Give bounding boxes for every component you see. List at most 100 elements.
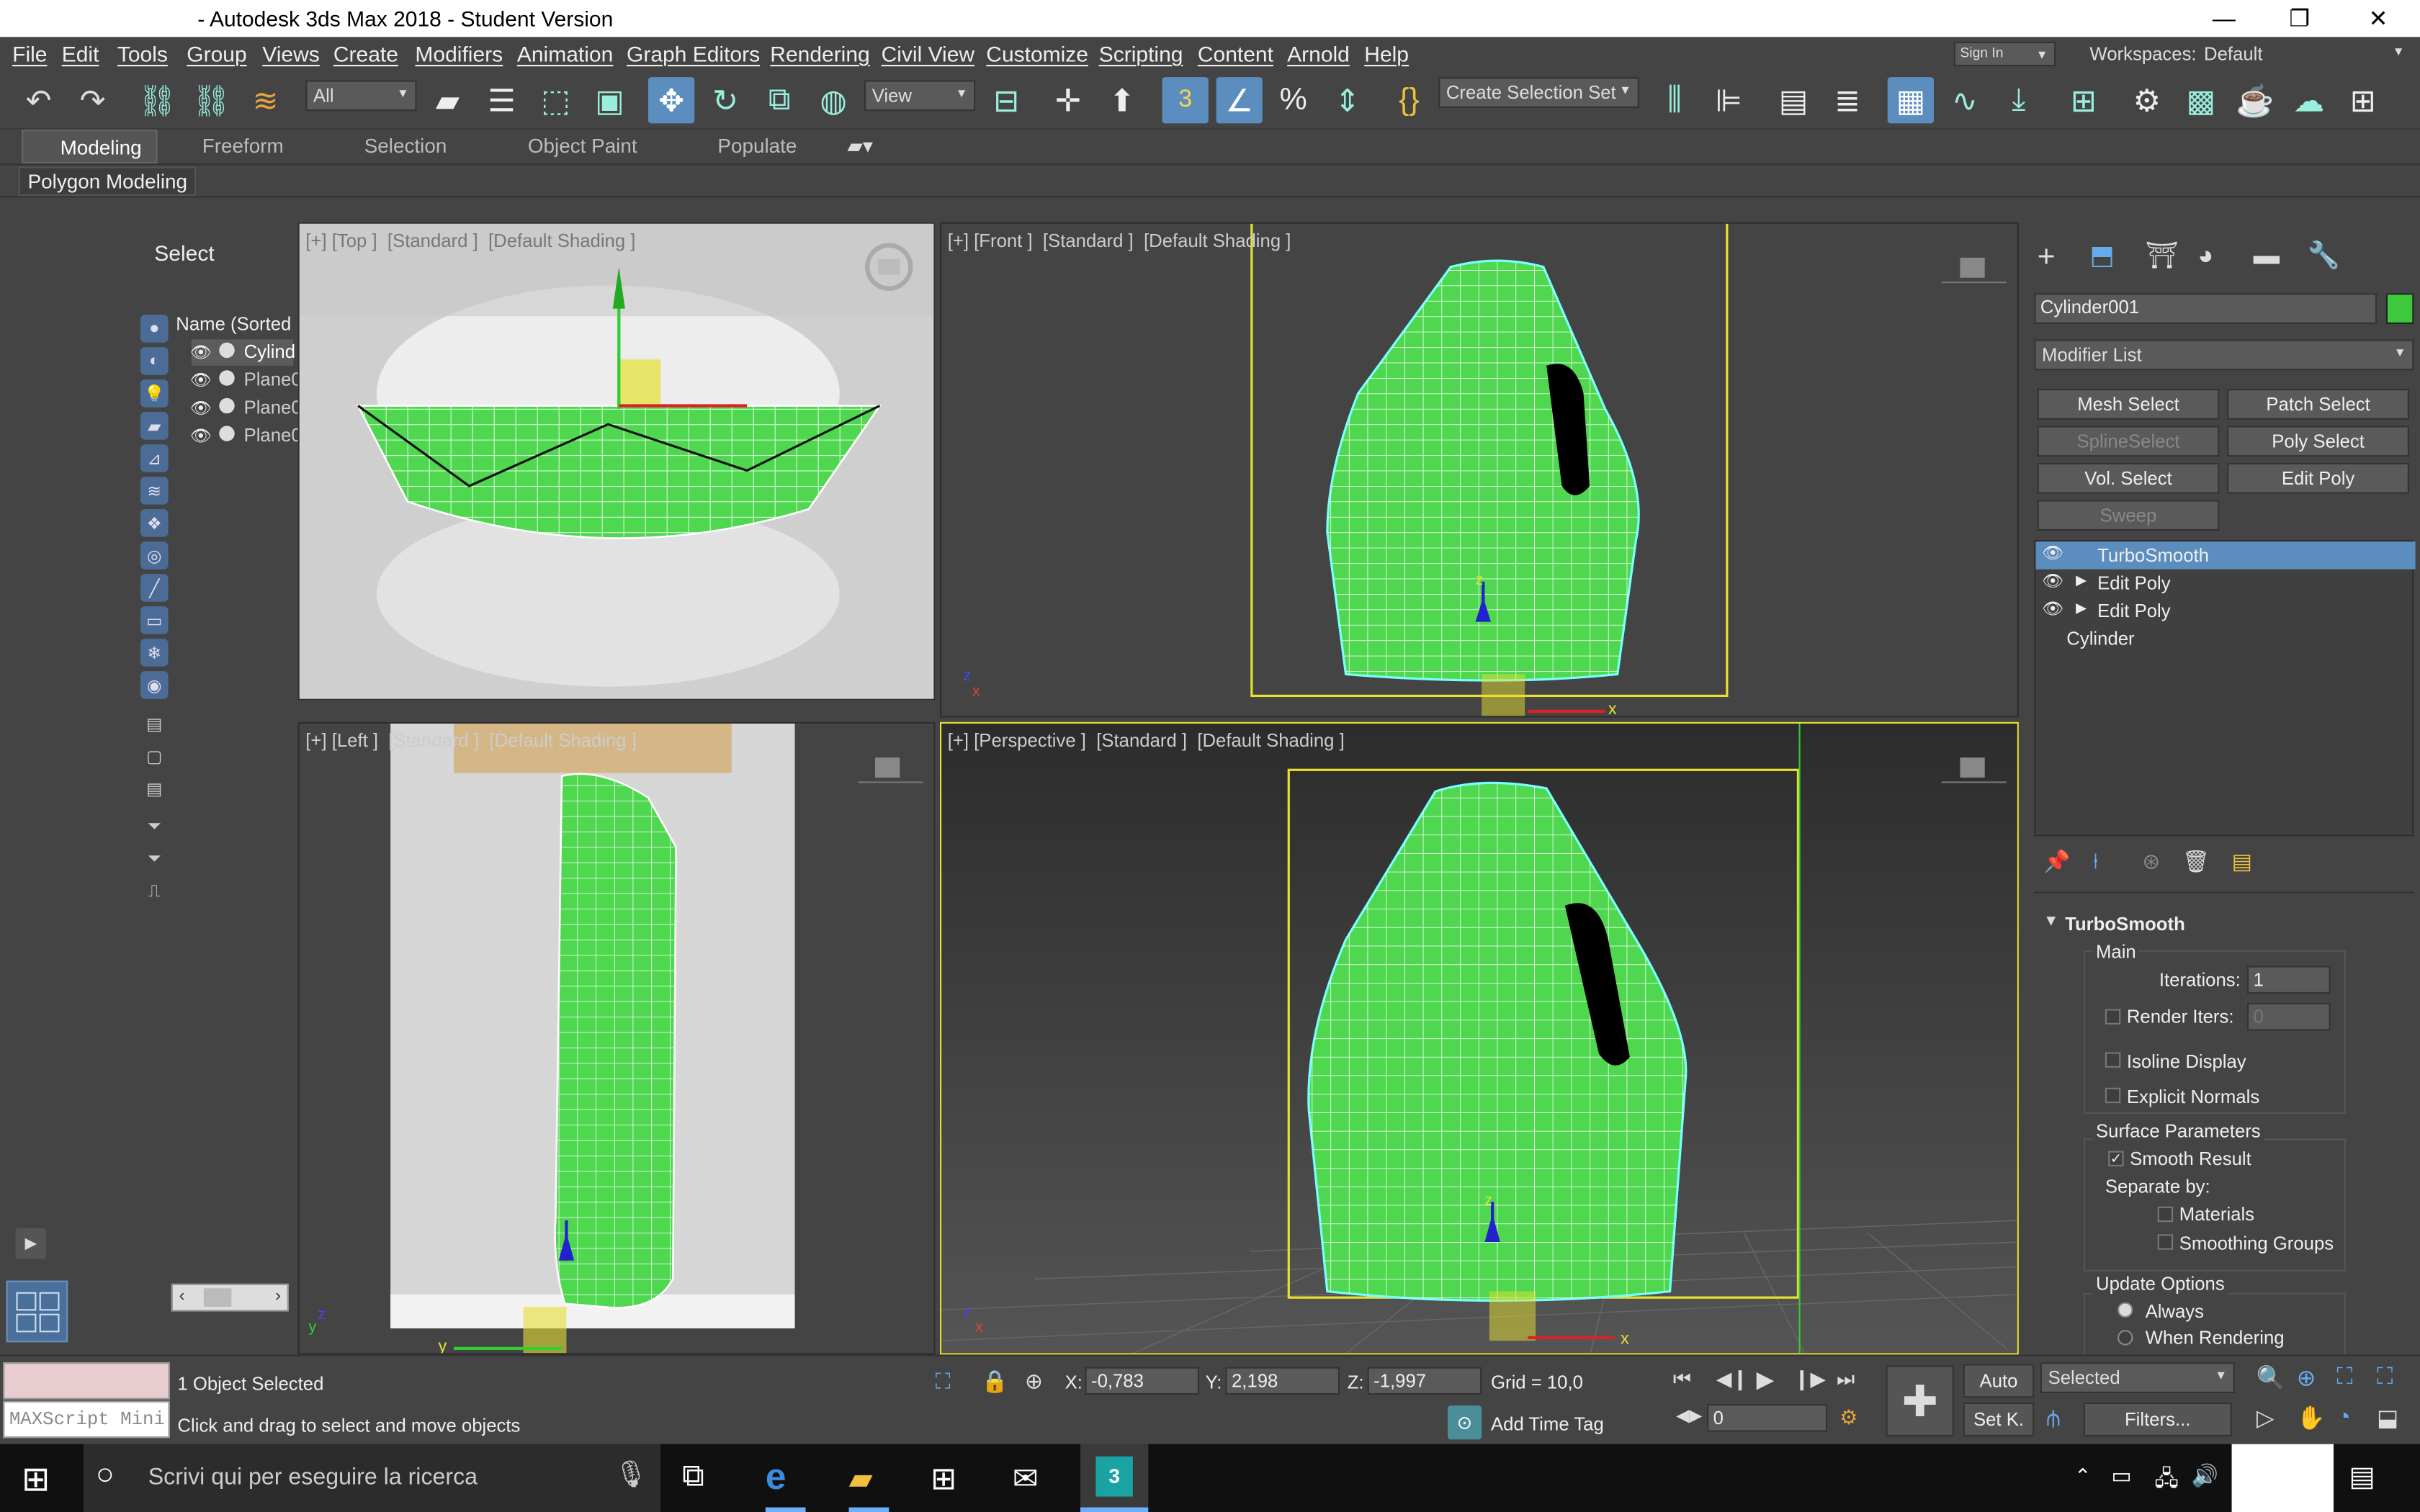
object-name-field[interactable]: Cylinder001 [2034, 293, 2377, 324]
x-coordinate-field[interactable]: -0,783 [1085, 1367, 1199, 1395]
battery-icon[interactable]: ▭ [2111, 1462, 2131, 1488]
goto-start-icon[interactable]: ⏮ [1673, 1367, 1691, 1392]
select-manipulate-icon[interactable]: ✛ [1045, 77, 1091, 123]
absolute-mode-icon[interactable]: ⊕ [1025, 1369, 1043, 1395]
pin-stack-icon[interactable]: 📌 [2043, 849, 2070, 875]
stack-item-cylinder[interactable]: Cylinder [2035, 625, 2415, 653]
link-icon[interactable]: ⛓ [134, 77, 180, 123]
tab-freeform[interactable]: Freeform [202, 134, 284, 157]
filters-button[interactable]: Filters... [2083, 1402, 2232, 1436]
select-and-move-icon[interactable]: ✥ [648, 77, 695, 124]
menu-group[interactable]: Group [187, 42, 246, 66]
play-animation-icon[interactable]: ▶ [1757, 1365, 1775, 1393]
toggle-layer-explorer-icon[interactable]: ≣ [1824, 77, 1870, 123]
edge-browser-icon[interactable]: e [766, 1457, 786, 1500]
menu-edit[interactable]: Edit [62, 42, 99, 66]
display-containers-icon[interactable]: ▭ [140, 606, 169, 634]
when-rendering-radio[interactable] [2118, 1330, 2133, 1346]
time-configuration-icon[interactable]: ◀▶ [1676, 1405, 1702, 1426]
angle-snap-icon[interactable]: ∠ [1216, 77, 1263, 124]
viewport-label-top[interactable]: [+] [Top ] [Standard ] [Default Shading … [305, 230, 635, 251]
render-shortcuts-icon[interactable]: ⊞ [2340, 77, 2386, 123]
microphone-icon[interactable]: 🎙 [614, 1459, 647, 1490]
toggle-scene-explorer-icon[interactable]: ▤ [1770, 77, 1816, 123]
viewport-perspective[interactable]: x z z x [+] [Perspective ] [Standard ] [… [940, 721, 2019, 1355]
windows-start-icon[interactable]: ⊞ [22, 1459, 50, 1500]
display-all-icon[interactable]: ▤ [140, 710, 169, 738]
time-config-icon[interactable]: ⚙ [1839, 1405, 1857, 1430]
sign-in-dropdown[interactable]: Sign In [1953, 41, 2056, 67]
show-end-result-icon[interactable]: ⍿ [2093, 849, 2099, 875]
stack-item-edit-poly[interactable]: 👁 ▶ Edit Poly [2035, 597, 2415, 625]
viewport-layout-icon[interactable] [6, 1280, 68, 1343]
display-space-warps-icon[interactable]: ≋ [140, 477, 169, 505]
layer-icon[interactable]: ⎍ [140, 878, 169, 906]
rectangular-selection-icon[interactable]: ⬚ [532, 77, 578, 123]
schematic-view-icon[interactable]: ⤓ [1996, 77, 2042, 123]
menu-scripting[interactable]: Scripting [1099, 42, 1183, 66]
reference-coordinate-dropdown[interactable]: View [864, 80, 976, 112]
poly-select-button[interactable]: Poly Select [2227, 426, 2409, 457]
modifier-list-dropdown[interactable]: Modifier List [2034, 339, 2414, 371]
taskbar-search-box[interactable]: ○ Scrivi qui per eseguire la ricerca 🎙 [83, 1444, 661, 1512]
sweep-button[interactable]: Sweep [2037, 500, 2220, 531]
menu-graph-editors[interactable]: Graph Editors [627, 42, 760, 66]
rollout-title[interactable]: TurboSmooth [2065, 914, 2185, 935]
key-filter-dropdown[interactable]: Selected [2040, 1362, 2235, 1393]
eye-icon[interactable]: 👁 [2042, 571, 2063, 591]
menu-create[interactable]: Create [333, 42, 398, 66]
vol-select-button[interactable]: Vol. Select [2037, 462, 2220, 494]
named-selection-sets-dropdown[interactable]: Create Selection Set [1438, 77, 1639, 108]
unlink-icon[interactable]: ⛓ [188, 77, 234, 123]
redo-icon[interactable]: ↷ [69, 77, 115, 123]
eye-icon[interactable]: 👁 [2042, 543, 2063, 563]
selection-filter-dropdown[interactable]: All [305, 80, 417, 112]
tab-populate[interactable]: Populate [717, 134, 797, 157]
add-time-tag[interactable]: Add Time Tag [1491, 1413, 1604, 1435]
3ds-max-taskbar-button[interactable]: 3 [1080, 1444, 1149, 1512]
network-icon[interactable]: 🖧 [2154, 1462, 2178, 1499]
action-center-icon[interactable]: ▤ [2349, 1461, 2375, 1493]
zoom-extents-all-icon[interactable]: ⛶ [2377, 1364, 2393, 1390]
viewport-top[interactable]: [+] [Top ] [Standard ] [Default Shading … [297, 222, 936, 701]
visibility-eye-icon[interactable]: 👁 [190, 426, 212, 446]
undo-icon[interactable]: ↶ [15, 77, 61, 123]
maxscript-mini-input[interactable]: MAXScript Mini [3, 1400, 170, 1439]
find-icon[interactable]: ⏷ [140, 845, 169, 873]
menu-help[interactable]: Help [1364, 42, 1409, 66]
eye-icon[interactable]: 👁 [2042, 598, 2063, 619]
patch-select-button[interactable]: Patch Select [2227, 389, 2409, 420]
filter-icon[interactable]: ⏷ [140, 813, 169, 841]
ribbon-options-icon[interactable]: ▰▾ [847, 134, 872, 158]
mirror-icon[interactable]: ⫼ [1652, 77, 1698, 123]
isolate-selection-icon[interactable]: ⛶ [936, 1369, 951, 1395]
display-bones-icon[interactable]: ╱ [140, 574, 169, 602]
stack-item-edit-poly[interactable]: 👁 ▶ Edit Poly [2035, 570, 2415, 598]
play-icon[interactable]: ▶ [15, 1228, 47, 1259]
menu-rendering[interactable]: Rendering [770, 42, 869, 66]
tab-selection[interactable]: Selection [364, 134, 447, 157]
zoom-icon[interactable]: 🔍 [2257, 1364, 2285, 1391]
display-groups-icon[interactable]: ❖ [140, 509, 169, 537]
select-by-name-icon[interactable]: ☰ [478, 77, 524, 123]
display-shapes-icon[interactable]: ◐ [140, 347, 169, 375]
snaps-toggle-icon[interactable]: 3 [1162, 77, 1209, 124]
configure-modifier-sets-icon[interactable]: ▤ [2232, 849, 2252, 875]
motion-tab-icon[interactable]: ◕ [2197, 240, 2213, 271]
pan-view-icon[interactable]: ✋ [2297, 1404, 2326, 1431]
menu-views[interactable]: Views [262, 42, 319, 66]
auto-key-button[interactable]: Auto [1963, 1364, 2035, 1398]
menu-content[interactable]: Content [1198, 42, 1273, 66]
list-item[interactable]: Plane0 [244, 369, 302, 390]
key-mode-icon[interactable]: ⫛ [2046, 1405, 2060, 1431]
name-column-header[interactable]: Name (Sorted [176, 313, 291, 335]
select-menu[interactable]: Select [154, 240, 214, 265]
viewport-label-perspective[interactable]: [+] [Perspective ] [Standard ] [Default … [948, 730, 1345, 752]
set-key-button[interactable]: Set K. [1963, 1402, 2035, 1436]
current-frame-field[interactable]: 0 [1707, 1403, 1828, 1432]
store-icon[interactable]: ⊞ [931, 1459, 956, 1498]
clock-area[interactable] [2231, 1444, 2334, 1512]
list-item[interactable]: Cylind [244, 341, 295, 363]
y-coordinate-field[interactable]: 2,198 [1225, 1367, 1340, 1395]
list-item[interactable]: Plane0 [244, 424, 302, 446]
